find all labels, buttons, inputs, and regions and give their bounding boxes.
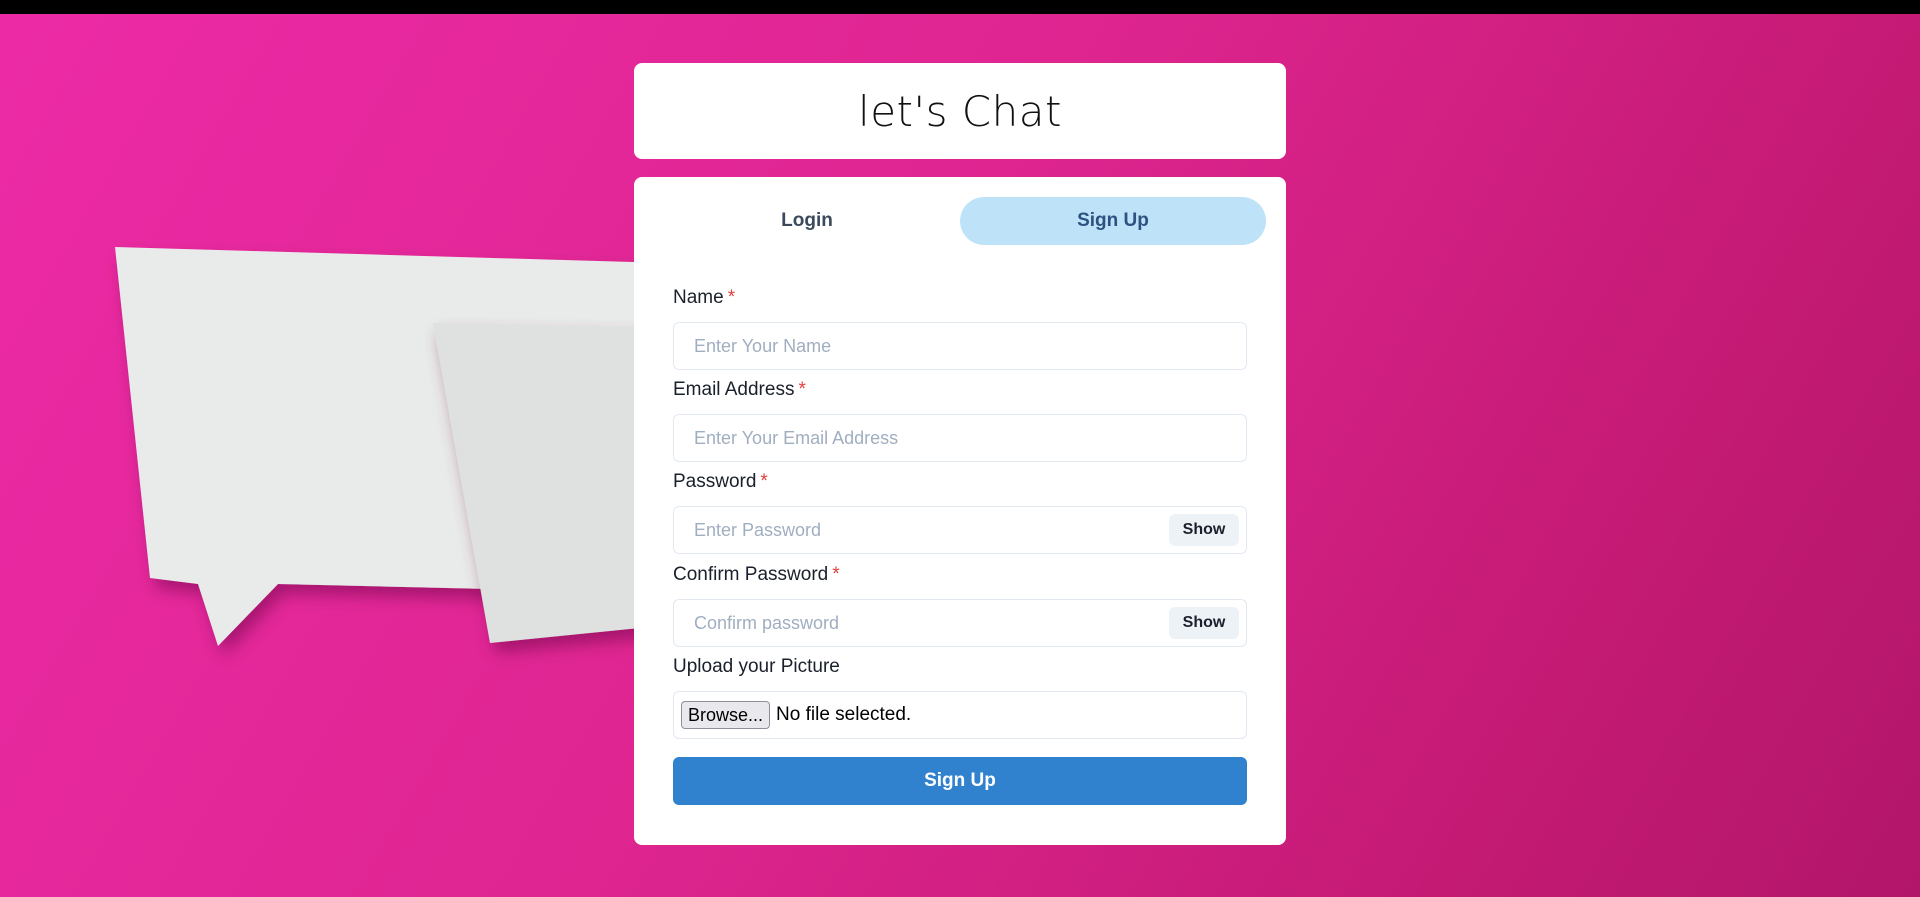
password-input[interactable] [674, 507, 1246, 553]
required-mark: * [798, 379, 806, 400]
email-label-text: Email Address [673, 379, 795, 400]
app-title: let's Chat [858, 86, 1062, 136]
auth-form-card: Login Sign Up Name* Email Address* Passw… [634, 177, 1286, 845]
email-field-container [673, 414, 1247, 462]
upload-picture-label: Upload your Picture [673, 656, 840, 677]
email-input[interactable] [674, 415, 1246, 461]
password-label: Password * [673, 471, 768, 493]
name-field-container [673, 322, 1247, 370]
confirm-password-field-container: Show [673, 599, 1247, 647]
required-mark: * [727, 287, 736, 308]
picture-upload-field[interactable]: Browse... No file selected. [673, 691, 1247, 739]
email-label: Email Address * [673, 379, 806, 401]
auth-tabs: Login Sign Up [654, 197, 1266, 245]
confirm-password-label: Confirm Password * [673, 564, 840, 586]
browse-button[interactable]: Browse... [681, 701, 771, 729]
name-label: Name * [673, 287, 735, 309]
password-label-text: Password [673, 471, 757, 492]
app-header-card: let's Chat [634, 63, 1286, 159]
password-show-button[interactable]: Show [1169, 514, 1239, 546]
sign-up-submit-button[interactable]: Sign Up [673, 757, 1247, 805]
browser-top-bar [0, 0, 1920, 14]
tab-sign-up[interactable]: Sign Up [960, 197, 1266, 245]
password-field-container: Show [673, 506, 1247, 554]
name-input[interactable] [674, 323, 1246, 369]
file-status-text: No file selected. [776, 704, 912, 725]
confirm-password-label-text: Confirm Password [673, 564, 829, 585]
required-mark: * [832, 564, 840, 585]
confirm-password-input[interactable] [674, 600, 1246, 646]
required-mark: * [760, 471, 768, 492]
confirm-password-show-button[interactable]: Show [1169, 607, 1239, 639]
tab-login[interactable]: Login [654, 197, 960, 245]
name-label-text: Name [673, 287, 724, 308]
